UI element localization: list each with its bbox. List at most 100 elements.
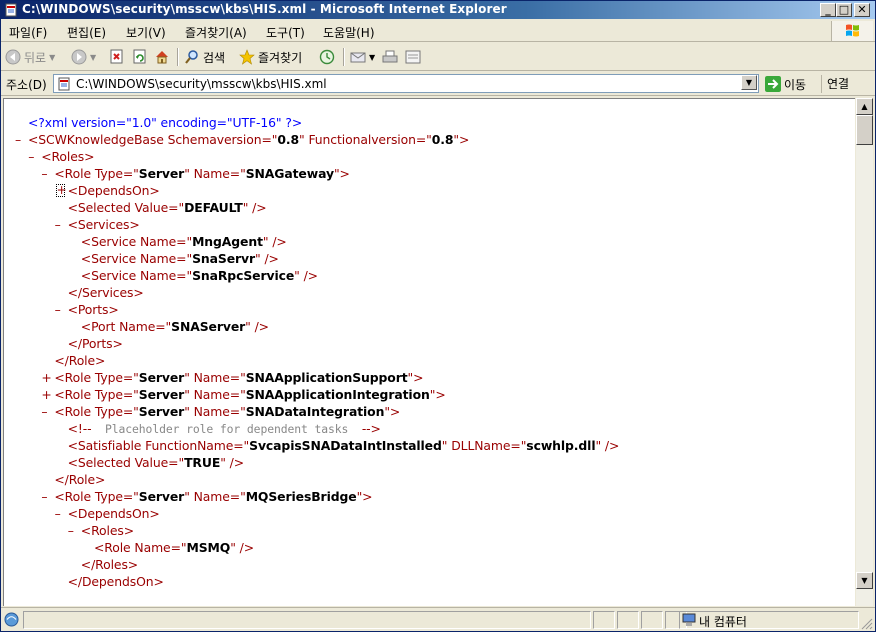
xml-token: Server bbox=[138, 387, 185, 402]
refresh-icon bbox=[133, 49, 146, 64]
status-panel bbox=[641, 611, 663, 629]
menu-file[interactable]: 파일(F) bbox=[9, 24, 47, 41]
xml-token: Type=" bbox=[94, 404, 139, 419]
go-arrow-icon bbox=[765, 76, 781, 92]
close-button[interactable]: ✕ bbox=[854, 3, 870, 17]
go-button[interactable]: 이동 bbox=[765, 74, 806, 94]
forward-button[interactable]: ▼ bbox=[71, 47, 96, 67]
xml-token: Name=" bbox=[140, 268, 193, 283]
collapse-toggle[interactable]: – bbox=[55, 505, 61, 522]
favorites-button[interactable]: 즐겨찾기 bbox=[239, 47, 302, 67]
collapse-toggle[interactable]: – bbox=[28, 148, 34, 165]
xml-token: "> bbox=[429, 387, 446, 402]
xml-token: " /> bbox=[255, 251, 279, 266]
xml-token: Server bbox=[138, 404, 185, 419]
mail-button[interactable]: ▼ bbox=[350, 47, 375, 67]
xml-token: Server bbox=[138, 166, 185, 181]
collapse-toggle[interactable]: – bbox=[55, 216, 61, 233]
menu-favorites[interactable]: 즐겨찾기(A) bbox=[185, 24, 247, 41]
xml-token: " /> bbox=[245, 319, 269, 334]
xml-token: " /> bbox=[262, 234, 287, 249]
back-dropdown-icon[interactable]: ▼ bbox=[49, 53, 55, 62]
search-button[interactable]: 검색 bbox=[184, 47, 225, 67]
collapse-toggle[interactable]: – bbox=[41, 488, 47, 505]
collapse-toggle[interactable]: – bbox=[55, 301, 61, 318]
back-arrow-icon bbox=[5, 49, 21, 65]
menu-bar: 파일(F) 편집(E) 보기(V) 즐겨찾기(A) 도구(T) 도움말(H) bbox=[1, 20, 875, 42]
xml-token: SnaServr bbox=[192, 251, 255, 266]
xml-token: scwhlp.dll bbox=[526, 438, 596, 453]
star-icon bbox=[239, 49, 255, 65]
stop-button[interactable] bbox=[109, 47, 125, 67]
menu-edit[interactable]: 편집(E) bbox=[67, 24, 106, 41]
xml-token: <Port bbox=[80, 319, 120, 334]
xml-line: <SCWKnowledgeBase Schemaversion="0.8" Fu… bbox=[28, 131, 469, 148]
xml-token: " Name=" bbox=[184, 404, 246, 419]
menu-tools[interactable]: 도구(T) bbox=[266, 24, 305, 41]
collapse-toggle[interactable]: – bbox=[15, 131, 21, 148]
xml-token: <Roles> bbox=[41, 149, 95, 164]
xml-line: <DependsOn> bbox=[68, 505, 160, 522]
xml-token: --> bbox=[361, 421, 381, 436]
xml-token: <Role bbox=[94, 540, 135, 555]
xml-token: <!-- bbox=[67, 421, 92, 436]
collapse-toggle[interactable]: – bbox=[41, 403, 47, 420]
xml-line: <Port Name="SNAServer" /> bbox=[81, 318, 269, 335]
back-button[interactable]: 뒤로 ▼ bbox=[5, 47, 55, 67]
collapse-toggle[interactable]: – bbox=[68, 522, 74, 539]
window-title: C:\WINDOWS\security\msscw\kbs\HIS.xml - … bbox=[22, 2, 507, 16]
xml-token: <Roles> bbox=[80, 523, 135, 538]
xml-token: <DependsOn> bbox=[67, 506, 160, 521]
xml-token: MSMQ bbox=[186, 540, 231, 555]
xml-line: </Role> bbox=[54, 471, 105, 488]
vertical-scrollbar[interactable]: ▲ ▼ bbox=[856, 98, 873, 606]
edit-page-icon bbox=[405, 50, 421, 64]
mail-dropdown-icon[interactable]: ▼ bbox=[369, 53, 375, 62]
expand-toggle[interactable]: + bbox=[55, 184, 67, 197]
links-button[interactable]: 연결 bbox=[821, 75, 849, 93]
xml-line: <Ports> bbox=[68, 301, 119, 318]
print-button[interactable] bbox=[382, 47, 398, 67]
refresh-button[interactable] bbox=[132, 47, 148, 67]
xml-token: </Roles> bbox=[80, 557, 139, 572]
xml-token: 0.8 bbox=[277, 132, 300, 147]
print-icon bbox=[382, 50, 398, 63]
xml-token: SNAGateway bbox=[245, 166, 334, 181]
home-button[interactable] bbox=[154, 47, 170, 67]
xml-token: </Role> bbox=[54, 472, 106, 487]
resize-grip-icon[interactable] bbox=[859, 616, 873, 630]
xml-token: SNAApplicationIntegration bbox=[245, 387, 430, 402]
expand-toggle[interactable]: + bbox=[41, 386, 51, 403]
xml-token: Type=" bbox=[94, 387, 139, 402]
scroll-down-arrow-icon[interactable]: ▼ bbox=[856, 572, 873, 589]
status-panel bbox=[593, 611, 615, 629]
xml-token: <Role bbox=[54, 370, 95, 385]
xml-token: SNAServer bbox=[171, 319, 246, 334]
address-dropdown-icon[interactable]: ▼ bbox=[741, 75, 757, 90]
address-input[interactable]: C:\WINDOWS\security\msscw\kbs\HIS.xml ▼ bbox=[53, 74, 759, 93]
xml-line: </Services> bbox=[68, 284, 144, 301]
collapse-toggle[interactable]: – bbox=[41, 165, 47, 182]
xml-line: <Service Name="SnaRpcService" /> bbox=[81, 267, 318, 284]
xml-token: <Role bbox=[54, 489, 95, 504]
xml-line: <Roles> bbox=[41, 148, 94, 165]
minimize-button[interactable]: _ bbox=[820, 3, 836, 17]
my-computer-icon bbox=[682, 613, 696, 626]
xml-token: " /> bbox=[242, 200, 267, 215]
forward-dropdown-icon[interactable]: ▼ bbox=[90, 53, 96, 62]
xml-token: " Name=" bbox=[184, 387, 246, 402]
xml-document-view[interactable]: <?xml version="1.0" encoding="UTF-16" ?>… bbox=[3, 98, 855, 606]
xml-line: <Role Name="MSMQ" /> bbox=[94, 539, 254, 556]
maximize-button[interactable]: □ bbox=[836, 3, 852, 17]
expand-toggle[interactable]: + bbox=[41, 369, 51, 386]
page-done-icon bbox=[4, 612, 19, 627]
scrollbar-thumb[interactable] bbox=[856, 115, 873, 145]
menu-help[interactable]: 도움말(H) bbox=[323, 24, 375, 41]
xml-page-icon bbox=[58, 77, 70, 91]
history-button[interactable] bbox=[319, 47, 335, 67]
scroll-up-arrow-icon[interactable]: ▲ bbox=[856, 98, 873, 115]
edit-button[interactable] bbox=[405, 47, 421, 67]
xml-token: " /> bbox=[230, 540, 254, 555]
menu-view[interactable]: 보기(V) bbox=[126, 24, 166, 41]
title-bar[interactable]: C:\WINDOWS\security\msscw\kbs\HIS.xml - … bbox=[1, 1, 875, 19]
